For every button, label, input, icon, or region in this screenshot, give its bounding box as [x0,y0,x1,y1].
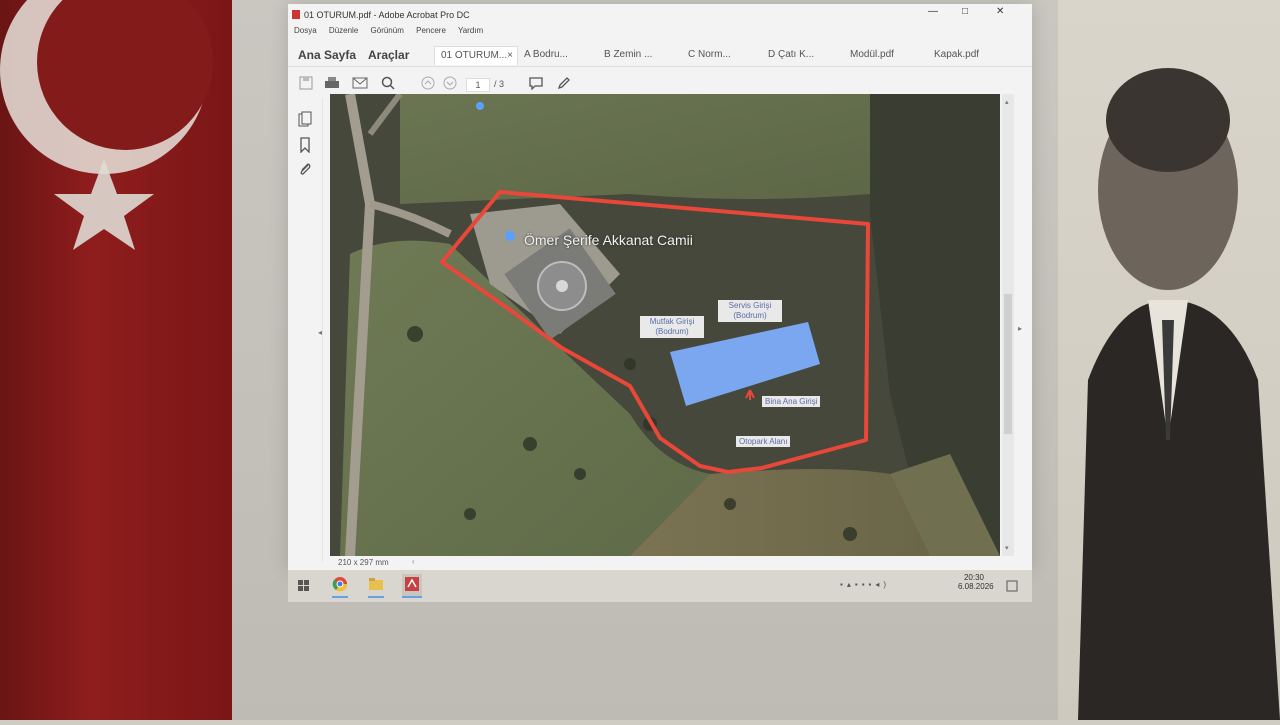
bookmark-icon[interactable] [296,136,314,154]
menu-file[interactable]: Dosya [294,26,317,35]
tab-tools[interactable]: Araçlar [362,46,415,64]
collapse-arrow-icon[interactable]: ◂ [318,328,322,337]
acrobat-icon [292,10,300,19]
clock-time: 20:30 [963,573,985,582]
pages-thumbnail-icon[interactable] [296,110,314,128]
scroll-down-icon[interactable]: ▾ [1005,544,1009,552]
attachment-icon[interactable] [296,160,314,178]
tab-bar: Ana Sayfa Araçlar 01 OTURUM... × A Bodru… [288,42,1032,67]
tab-doc-modul[interactable]: Modül.pdf [844,46,900,64]
right-pane-arrow-icon[interactable]: ▸ [1018,324,1022,333]
acrobat-taskbar-icon[interactable] [402,574,422,598]
system-tray-icons[interactable]: ▪▴▪▪▪◂) [840,580,890,589]
page-up-icon[interactable] [418,73,438,93]
minimize-button[interactable]: — [928,6,938,17]
tab-close-icon[interactable]: × [507,47,513,65]
kitchen-entrance-label: Mutfak Girişi (Bodrum) [640,316,704,338]
tab-doc-a-bodrum[interactable]: A Bodru... [518,46,574,64]
scroll-left-icon[interactable]: ‹ [412,557,415,566]
notifications-icon[interactable] [1006,580,1018,594]
vertical-scrollbar[interactable]: ▴ ▾ [1002,94,1014,556]
status-bar: 210 x 297 mm ‹ [288,556,1032,570]
clock-date: 6.08.2026 [958,582,994,591]
menu-help[interactable]: Yardım [458,26,483,35]
tab-doc-c-normal[interactable]: C Norm... [682,46,737,64]
tab-doc-d-cati[interactable]: D Çatı K... [762,46,820,64]
menu-bar: Dosya Düzenle Görünüm Pencere Yardım [288,26,1032,40]
chrome-taskbar-icon[interactable] [332,576,348,598]
mosque-label: Ömer Şerife Akkanat Camii [524,232,693,248]
clock[interactable]: 20:30 6.08.2026 [958,573,994,591]
save-icon[interactable] [296,73,316,93]
tab-doc-b-zemin[interactable]: B Zemin ... [598,46,658,64]
menu-view[interactable]: Görünüm [371,26,404,35]
tab-label: 01 OTURUM... [441,50,508,61]
tab-home[interactable]: Ana Sayfa [292,46,362,64]
title-bar: 01 OTURUM.pdf - Adobe Acrobat Pro DC — □… [288,4,1032,24]
page-number-input[interactable]: 1 [466,78,490,92]
windows-start-icon[interactable] [298,580,310,594]
portrait-poster [1058,0,1280,720]
page-down-icon[interactable] [440,73,460,93]
pen-icon[interactable] [554,73,574,93]
menu-window[interactable]: Pencere [416,26,446,35]
parking-area-label: Otopark Alanı [736,436,791,447]
comment-icon[interactable] [526,73,546,93]
main-entrance-label: Bina Ana Girişi [762,396,821,407]
crescent-star-icon [0,0,213,250]
page-total: / 3 [494,79,505,89]
windows-taskbar: ▪▴▪▪▪◂) 20:30 6.08.2026 [288,570,1032,602]
turkish-flag [0,0,232,720]
maximize-button[interactable]: □ [962,6,968,17]
navigation-pane: ◂ [288,98,323,562]
email-icon[interactable] [350,73,370,93]
document-page-site-map: Ömer Şerife Akkanat Camii Servis Girişi … [330,94,1000,556]
service-entrance-label: Servis Girişi (Bodrum) [718,300,782,322]
tab-doc-kapak[interactable]: Kapak.pdf [928,46,985,64]
scroll-up-icon[interactable]: ▴ [1005,98,1009,106]
page-size: 210 x 297 mm [338,558,389,567]
file-explorer-taskbar-icon[interactable] [368,576,384,598]
close-window-button[interactable]: ✕ [996,6,1004,17]
search-icon[interactable] [378,73,398,93]
service-entrance-line2: (Bodrum) [733,311,767,320]
scrollbar-thumb[interactable] [1004,294,1012,434]
kitchen-entrance-line1: Mutfak Girişi [649,317,695,326]
service-entrance-line1: Servis Girişi [728,301,772,310]
tab-doc-01-oturum[interactable]: 01 OTURUM... × [434,46,518,65]
menu-edit[interactable]: Düzenle [329,26,358,35]
kitchen-entrance-line2: (Bodrum) [655,327,689,336]
print-icon[interactable] [322,73,342,93]
window-title: 01 OTURUM.pdf - Adobe Acrobat Pro DC [304,10,470,20]
acrobat-window: 01 OTURUM.pdf - Adobe Acrobat Pro DC — □… [288,4,1032,570]
